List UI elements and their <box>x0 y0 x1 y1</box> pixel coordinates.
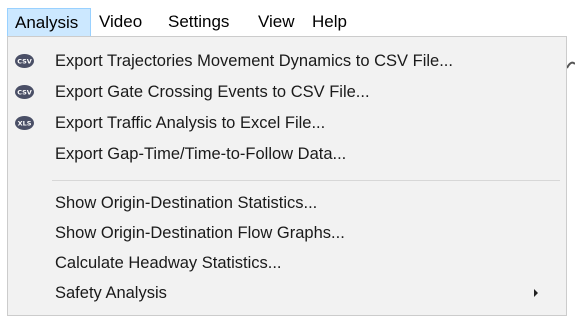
menu-item-export-traffic-excel[interactable]: XLS Export Traffic Analysis to Excel Fil… <box>8 108 566 138</box>
csv-file-icon: CSV <box>15 54 34 68</box>
submenu-arrow-icon <box>534 289 538 297</box>
menu-view[interactable]: View <box>258 8 295 36</box>
menu-item-label: Export Trajectories Movement Dynamics to… <box>55 52 453 70</box>
menu-item-export-gap-time[interactable]: Export Gap-Time/Time-to-Follow Data... <box>8 139 566 169</box>
csv-icon-text: CSV <box>17 89 32 97</box>
menu-item-label: Show Origin-Destination Statistics... <box>55 194 318 212</box>
csv-file-icon: CSV <box>15 85 34 99</box>
menu-item-label: Export Traffic Analysis to Excel File... <box>55 114 326 132</box>
background-window-fragment <box>567 61 575 69</box>
analysis-dropdown-menu: CSV Export Trajectories Movement Dynamic… <box>7 36 567 316</box>
menu-settings[interactable]: Settings <box>168 8 229 36</box>
menu-bar: Analysis Video Settings View Help <box>0 0 575 37</box>
xls-icon-text: XLS <box>18 120 32 128</box>
menu-separator <box>52 180 560 181</box>
menu-item-show-od-statistics[interactable]: Show Origin-Destination Statistics... <box>8 188 566 218</box>
menu-item-label: Calculate Headway Statistics... <box>55 254 282 272</box>
menu-item-label: Export Gate Crossing Events to CSV File.… <box>55 83 370 101</box>
csv-icon-text: CSV <box>17 58 32 66</box>
menu-item-show-od-flow-graphs[interactable]: Show Origin-Destination Flow Graphs... <box>8 218 566 248</box>
menu-item-label: Show Origin-Destination Flow Graphs... <box>55 224 345 242</box>
menu-video[interactable]: Video <box>99 8 142 36</box>
menu-item-export-trajectories-csv[interactable]: CSV Export Trajectories Movement Dynamic… <box>8 46 566 76</box>
menu-item-export-gate-crossing-csv[interactable]: CSV Export Gate Crossing Events to CSV F… <box>8 77 566 107</box>
menu-item-calculate-headway[interactable]: Calculate Headway Statistics... <box>8 248 566 278</box>
menu-item-safety-analysis[interactable]: Safety Analysis <box>8 278 566 308</box>
xls-file-icon: XLS <box>15 116 34 130</box>
menu-analysis[interactable]: Analysis <box>7 8 91 36</box>
menu-item-label: Safety Analysis <box>55 284 167 302</box>
menu-help[interactable]: Help <box>312 8 347 36</box>
menu-item-label: Export Gap-Time/Time-to-Follow Data... <box>55 145 347 163</box>
